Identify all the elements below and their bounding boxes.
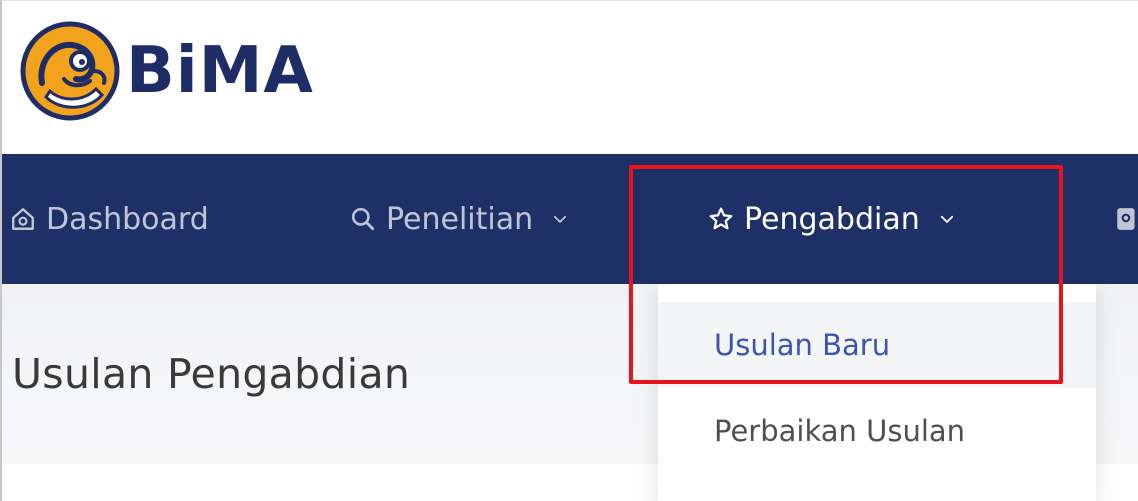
nav-item-partial[interactable]: [1114, 154, 1138, 284]
nav-item-dashboard[interactable]: Dashboard: [10, 154, 209, 284]
nav-item-label: Pengabdian: [744, 201, 920, 237]
nav-item-penelitian[interactable]: Penelitian: [350, 154, 569, 284]
home-icon: [10, 206, 36, 232]
bima-mascot-logo-icon: [20, 21, 120, 121]
nav-item-label: Penelitian: [386, 201, 534, 237]
chevron-down-icon: [938, 210, 956, 228]
search-icon: [350, 206, 376, 232]
chevron-down-icon: [551, 210, 569, 228]
star-icon: [708, 206, 734, 232]
brand-logo[interactable]: BiMA: [20, 21, 314, 121]
page-title: Usulan Pengabdian: [12, 350, 411, 398]
pengabdian-dropdown-menu: Usulan Baru Perbaikan Usulan: [658, 284, 1096, 501]
site-header: BiMA: [2, 1, 1138, 154]
nav-item-label: Dashboard: [46, 201, 209, 237]
document-search-icon: [1114, 206, 1138, 232]
menu-item-perbaikan-usulan[interactable]: Perbaikan Usulan: [658, 388, 1096, 474]
menu-item-usulan-baru[interactable]: Usulan Baru: [658, 302, 1096, 388]
main-navbar: Dashboard Penelitian Pengabdian: [2, 154, 1138, 284]
nav-item-pengabdian[interactable]: Pengabdian: [708, 154, 956, 284]
brand-name: BiMA: [126, 34, 314, 108]
app-window: BiMA Dashboard Penelitian Pengabdian Usu…: [0, 0, 1138, 501]
